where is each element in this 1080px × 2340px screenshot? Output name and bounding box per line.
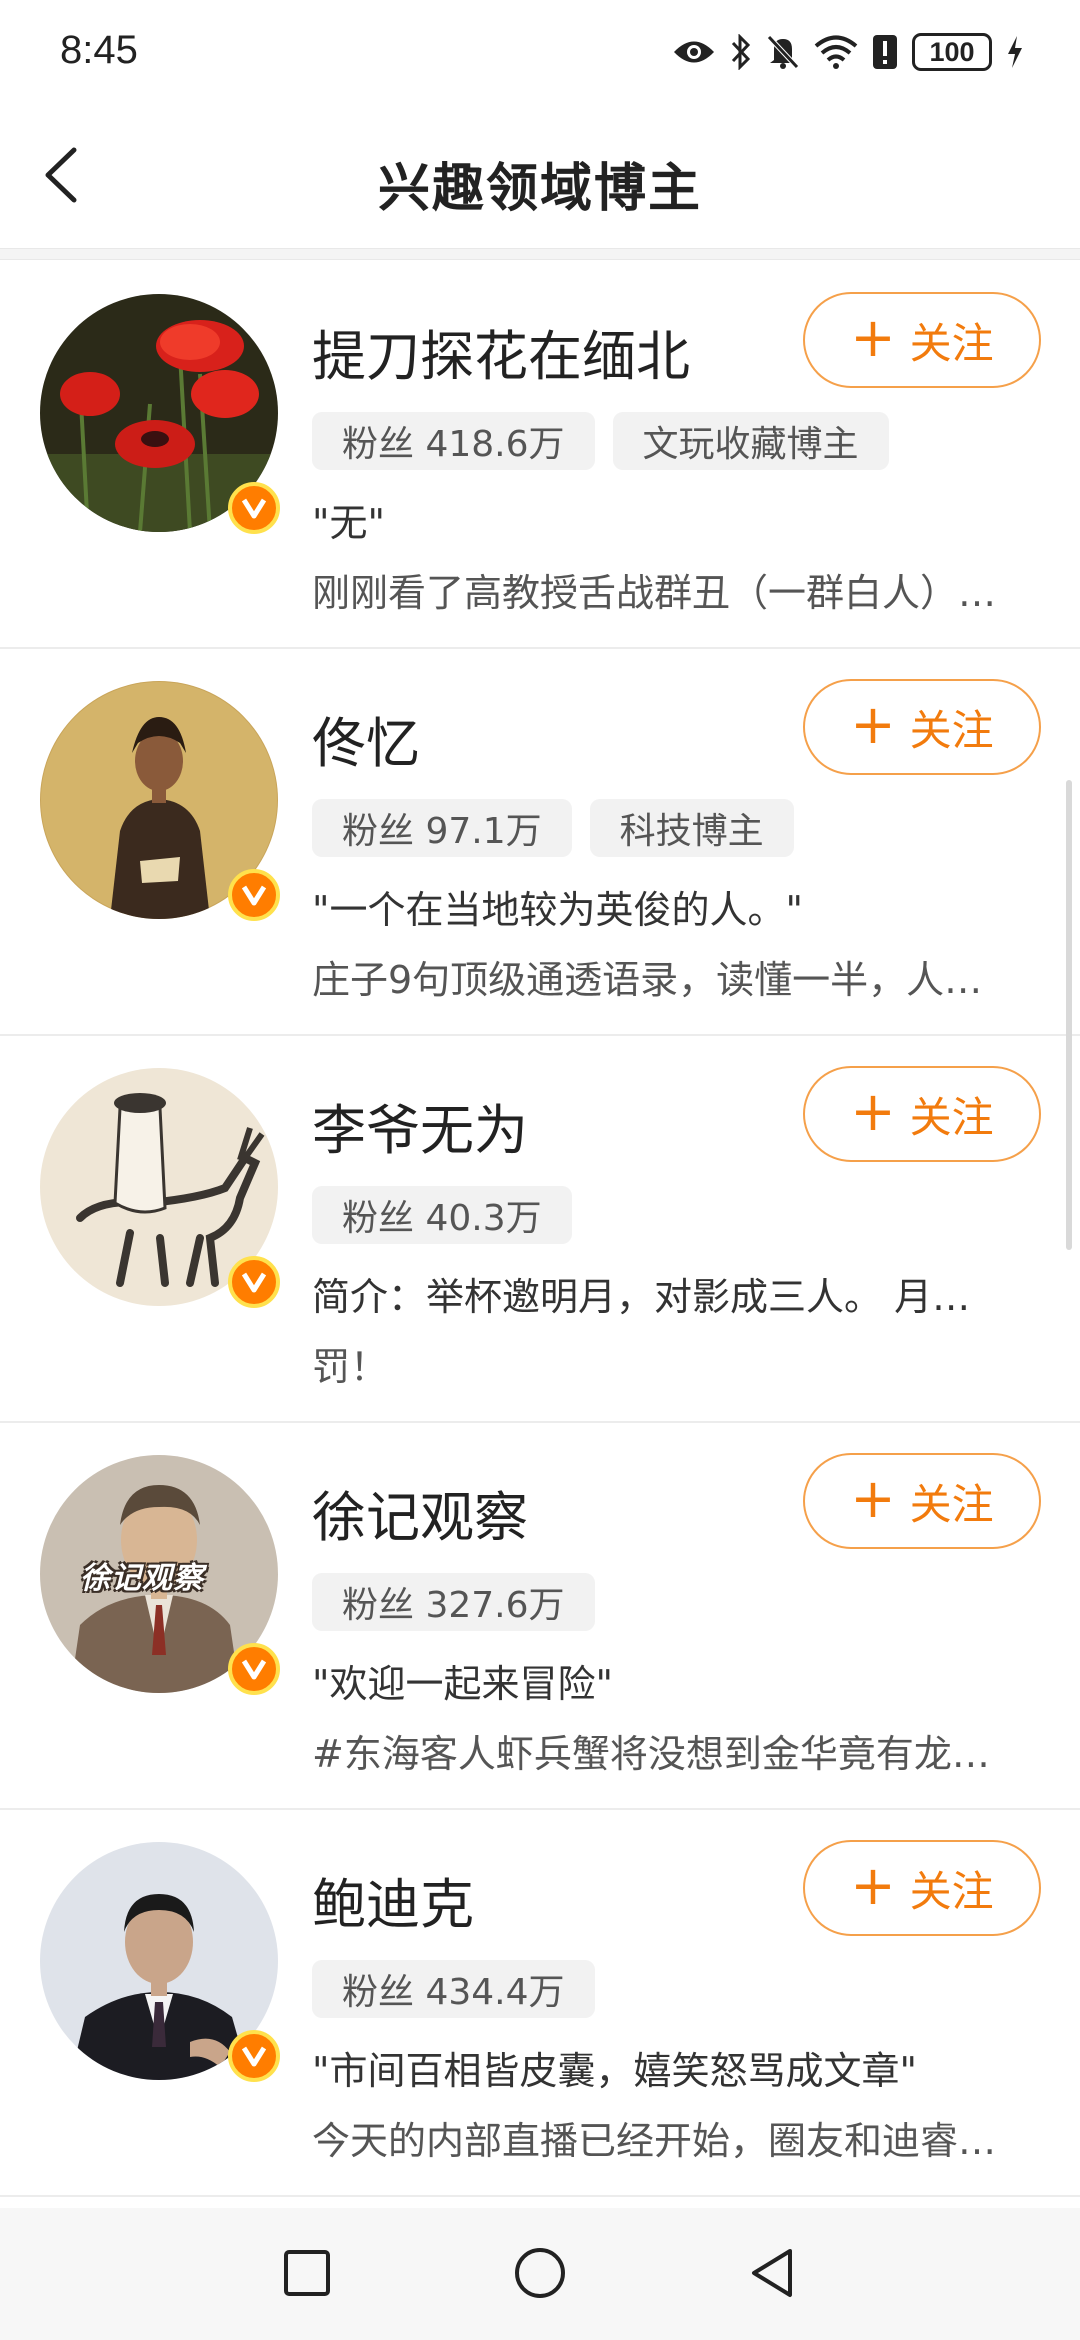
list-item[interactable]: 李爷无为 + 关注 粉丝 40.3万 简介：举杯邀明月，对影成三人。 月… 罚！ (0, 1036, 1080, 1423)
tags: 粉丝 327.6万 (312, 1573, 595, 1631)
header-divider (0, 248, 1080, 260)
status-time: 8:45 (60, 28, 138, 72)
follow-label: 关注 (909, 318, 994, 368)
avatar-container (40, 1068, 280, 1308)
latest-post: 今天的内部直播已经开始，圈友和迪睿… (312, 2119, 997, 2163)
blogger-name[interactable]: 提刀探花在缅北 (312, 312, 690, 391)
navigation-bar (0, 2208, 1080, 2340)
tags: 粉丝 97.1万 科技博主 (312, 799, 794, 857)
follow-button[interactable]: + 关注 (803, 679, 1041, 775)
verified-badge-icon (228, 1643, 280, 1695)
recent-apps-icon (284, 2250, 330, 2296)
status-icons: 100 (672, 30, 1024, 74)
avatar-container: 徐记观察 (40, 1455, 280, 1695)
fans-count: 粉丝 327.6万 (312, 1573, 595, 1631)
avatar-container (40, 681, 280, 921)
battery-level: 100 (929, 36, 975, 67)
battery-icon: 100 (912, 33, 992, 71)
plus-icon: + (850, 306, 896, 369)
follow-label: 关注 (909, 1479, 994, 1529)
plus-icon: + (850, 1080, 896, 1143)
bluetooth-icon (731, 34, 751, 70)
fans-count: 粉丝 40.3万 (312, 1186, 572, 1244)
fans-count: 粉丝 434.4万 (312, 1960, 595, 2018)
follow-label: 关注 (909, 1866, 994, 1916)
category-tag: 科技博主 (589, 799, 794, 857)
eye-icon (674, 41, 714, 63)
tags: 粉丝 40.3万 (312, 1186, 572, 1244)
avatar-container (40, 294, 280, 534)
alert-icon (873, 35, 897, 69)
tags: 粉丝 434.4万 (312, 1960, 595, 2018)
verified-badge-icon (228, 869, 280, 921)
blogger-intro: 简介：举杯邀明月，对影成三人。 月… (312, 1275, 971, 1319)
plus-icon: + (850, 1467, 896, 1530)
fans-count: 粉丝 418.6万 (312, 412, 595, 470)
blogger-intro: "欢迎一起来冒险" (312, 1662, 613, 1706)
list-item[interactable]: 提刀探花在缅北 + 关注 粉丝 418.6万 文玩收藏博主 "无" 刚刚看了高教… (0, 262, 1080, 649)
blogger-intro: "一个在当地较为英俊的人。" (312, 888, 803, 932)
verified-badge-icon (228, 482, 280, 534)
blogger-intro: "无" (312, 501, 385, 545)
follow-button[interactable]: + 关注 (803, 1840, 1041, 1936)
blogger-list: 提刀探花在缅北 + 关注 粉丝 418.6万 文玩收藏博主 "无" 刚刚看了高教… (0, 262, 1080, 2197)
follow-label: 关注 (909, 1092, 994, 1142)
blogger-name[interactable]: 徐记观察 (312, 1473, 528, 1552)
blogger-name[interactable]: 李爷无为 (312, 1086, 528, 1165)
nav-back-button[interactable] (737, 2238, 807, 2308)
mute-icon (767, 35, 799, 69)
header: 兴趣领域博主 (0, 100, 1080, 250)
plus-icon: + (850, 693, 896, 756)
home-icon (515, 2248, 565, 2298)
recent-apps-button[interactable] (272, 2238, 342, 2308)
avatar-container (40, 1842, 280, 2082)
status-bar: 8:45 100 (0, 0, 1080, 100)
category-tag: 文玩收藏博主 (612, 412, 889, 470)
latest-post: 刚刚看了高教授舌战群丑（一群白人）… (312, 571, 997, 615)
latest-post: #东海客人虾兵蟹将没想到金华竟有龙… (312, 1732, 990, 1776)
back-icon (752, 2249, 792, 2297)
follow-button[interactable]: + 关注 (803, 292, 1041, 388)
follow-button[interactable]: + 关注 (803, 1066, 1041, 1162)
home-button[interactable] (505, 2238, 575, 2308)
list-item[interactable]: 佟忆 + 关注 粉丝 97.1万 科技博主 "一个在当地较为英俊的人。" 庄子9… (0, 649, 1080, 1036)
verified-badge-icon (228, 1256, 280, 1308)
wifi-icon (814, 35, 858, 69)
tags: 粉丝 418.6万 文玩收藏博主 (312, 412, 889, 470)
verified-badge-icon (228, 2030, 280, 2082)
follow-label: 关注 (909, 705, 994, 755)
blogger-name[interactable]: 鲍迪克 (312, 1860, 474, 1939)
plus-icon: + (850, 1854, 896, 1917)
blogger-name[interactable]: 佟忆 (312, 699, 420, 778)
charging-icon (1008, 36, 1022, 68)
list-item[interactable]: 徐记观察 徐记观察 + 关注 粉丝 327.6万 "欢迎一起来冒险" #东海客人… (0, 1423, 1080, 1810)
avatar-caption: 徐记观察 (80, 1561, 204, 1596)
blogger-intro-continued: 罚！ (312, 1345, 389, 1389)
blogger-intro: "市间百相皆皮囊，嬉笑怒骂成文章" (312, 2049, 917, 2093)
follow-button[interactable]: + 关注 (803, 1453, 1041, 1549)
list-item[interactable]: 鲍迪克 + 关注 粉丝 434.4万 "市间百相皆皮囊，嬉笑怒骂成文章" 今天的… (0, 1810, 1080, 2197)
scrollbar[interactable] (1066, 780, 1072, 1250)
latest-post: 庄子9句顶级通透语录，读懂一半，人… (312, 958, 983, 1002)
page-title: 兴趣领域博主 (377, 159, 702, 219)
fans-count: 粉丝 97.1万 (312, 799, 572, 857)
